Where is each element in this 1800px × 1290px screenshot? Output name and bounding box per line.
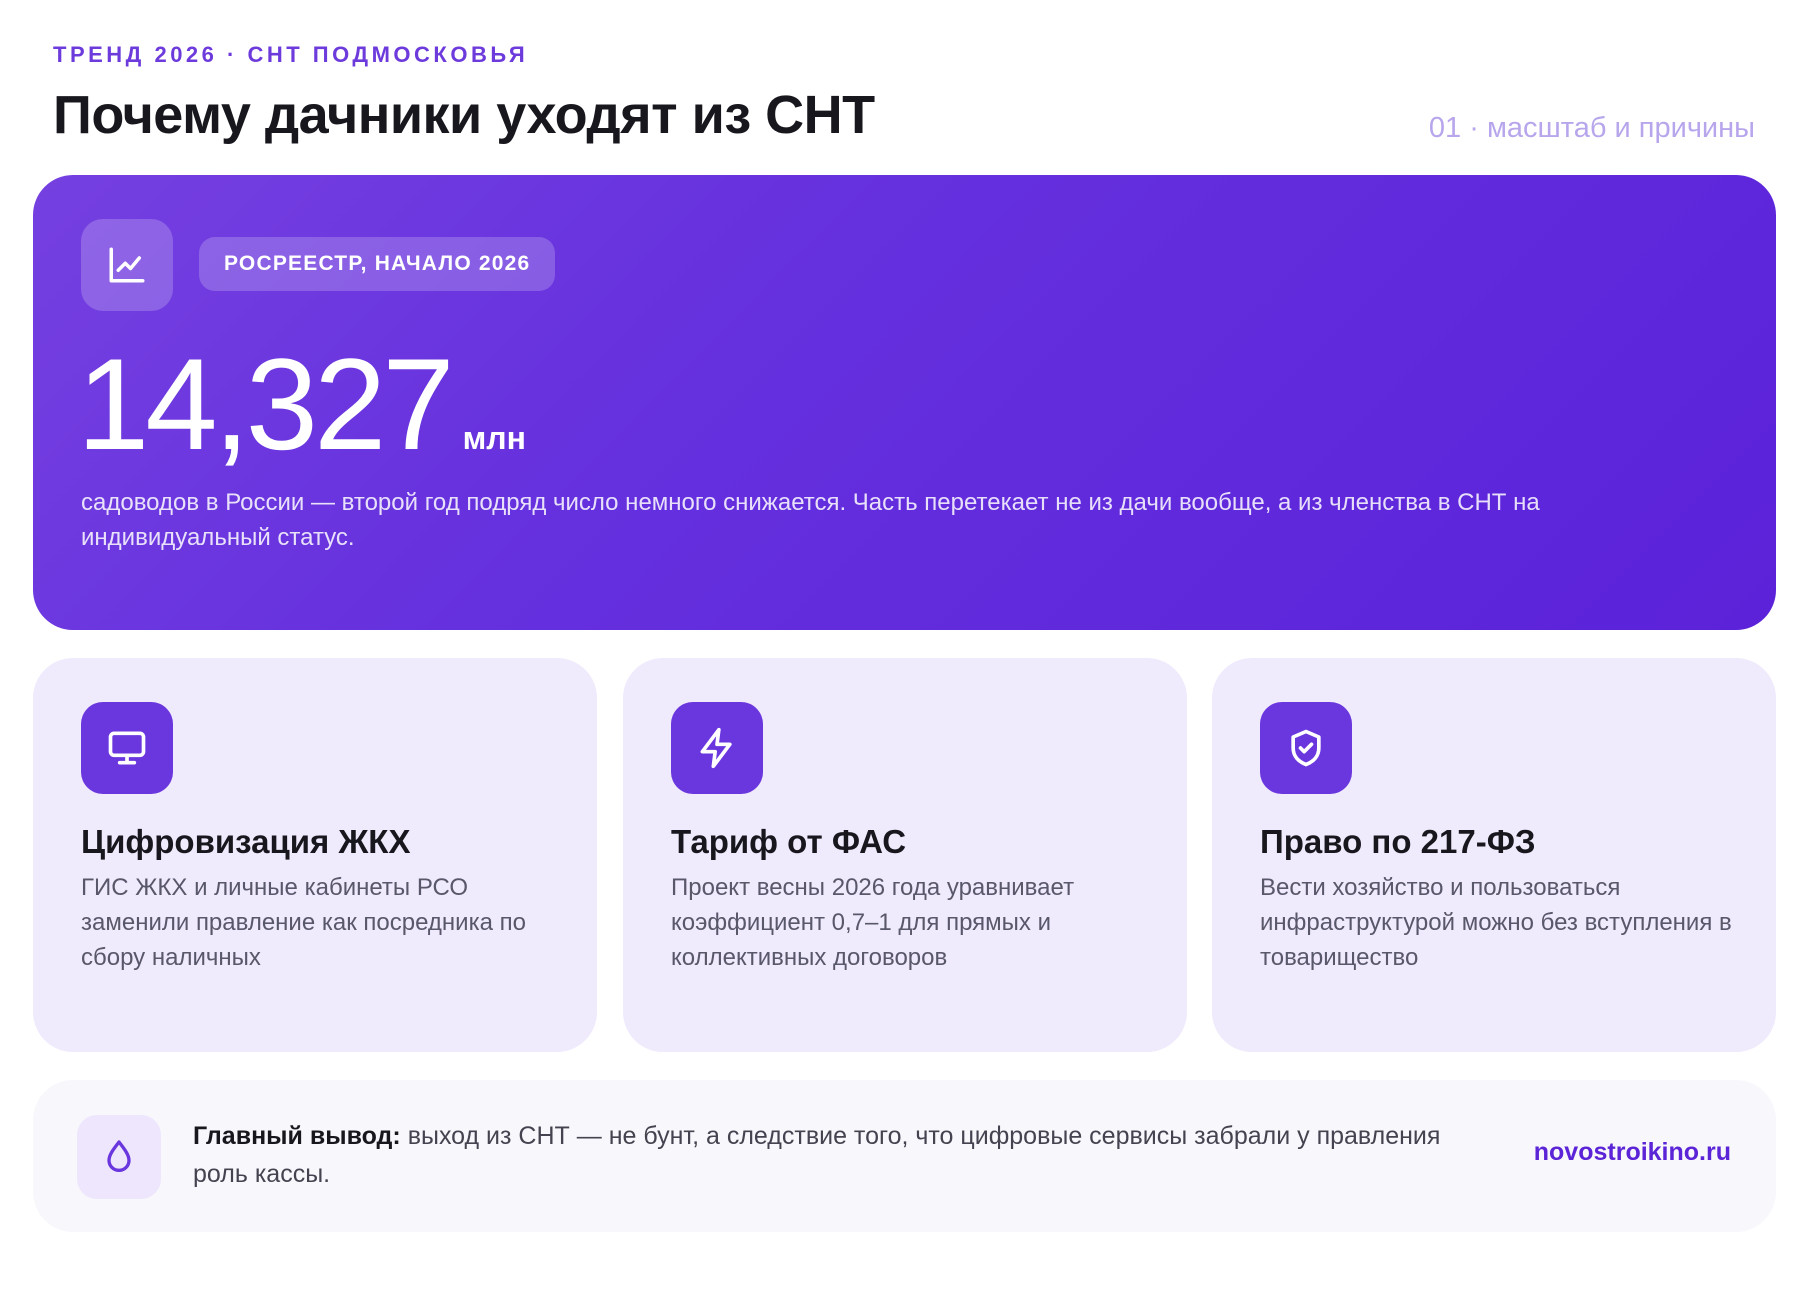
card-text: ГИС ЖКХ и личные кабинеты РСО заменили п…	[81, 874, 526, 971]
card-law: Право по 217-ФЗ Вести хозяйство и пользо…	[1212, 658, 1776, 1052]
conclusion-label: Главный вывод:	[193, 1122, 401, 1150]
hero-stat-card: РОСРЕЕСТР, НАЧАЛО 2026 14,327 млн садово…	[33, 175, 1776, 630]
card-digitalization: Цифровизация ЖКХ ГИС ЖКХ и личные кабине…	[33, 658, 597, 1052]
card-title: Тариф от ФАС	[671, 823, 907, 860]
lightning-icon	[671, 702, 763, 794]
page-title: Почему дачники уходят из СНТ	[53, 85, 875, 145]
monitor-icon	[81, 702, 173, 794]
hero-number: 14,327 млн	[77, 333, 526, 476]
conclusion-text: Главный вывод: выход из СНТ — не бунт, а…	[193, 1117, 1443, 1193]
card-title: Цифровизация ЖКХ	[81, 823, 411, 860]
source-badge: РОСРЕЕСТР, НАЧАЛО 2026	[199, 237, 556, 291]
section-label: 01 · масштаб и причины	[1428, 112, 1755, 144]
hero-number-value: 14,327	[77, 331, 455, 477]
card-text: Проект весны 2026 года уравнивает коэффи…	[671, 874, 1075, 971]
drop-icon	[77, 1115, 161, 1199]
line-chart-icon	[81, 219, 173, 311]
conclusion-panel: Главный вывод: выход из СНТ — не бунт, а…	[33, 1080, 1776, 1232]
card-tariff: Тариф от ФАС Проект весны 2026 года урав…	[623, 658, 1187, 1052]
shield-check-icon	[1260, 702, 1352, 794]
eyebrow: ТРЕНД 2026 · СНТ ПОДМОСКОВЬЯ	[53, 42, 529, 67]
card-text: Вести хозяйство и пользоваться инфрастру…	[1260, 874, 1732, 971]
card-title: Право по 217-ФЗ	[1260, 823, 1536, 860]
hero-description: садоводов в России — второй год подряд ч…	[81, 489, 1540, 551]
site-link[interactable]: novostroikino.ru	[1534, 1138, 1731, 1167]
hero-number-unit: млн	[462, 420, 526, 456]
